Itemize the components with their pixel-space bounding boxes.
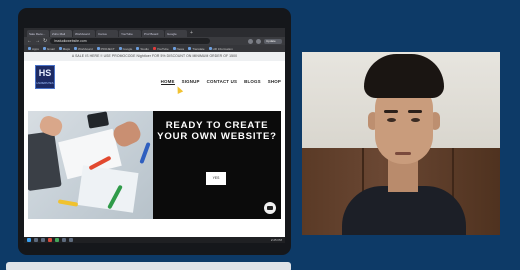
person-hair (364, 54, 444, 98)
avatar[interactable] (256, 38, 261, 44)
bookmark-item[interactable]: HR Information (208, 46, 233, 51)
bookmark-item[interactable]: Apps (28, 47, 39, 51)
bookmark-label: Google (122, 46, 133, 51)
bookmark-item[interactable]: Maps (58, 46, 71, 51)
nav-signup[interactable]: SIGNUP (182, 79, 200, 85)
bookmark-icon (74, 47, 78, 50)
person-brow (384, 110, 398, 113)
logo-mark: HS (38, 68, 52, 78)
hero-title: READY TO CREATE YOUR OWN WEBSITE? (157, 120, 277, 142)
browser-tab-active[interactable]: Zoho Mail (50, 30, 72, 37)
profile-area: Update (248, 38, 282, 44)
photo-marker (57, 199, 79, 207)
bookmark-item[interactable]: Google (118, 46, 133, 51)
update-button[interactable]: Update (264, 38, 282, 44)
bookmark-item[interactable]: Studio (136, 47, 149, 51)
webcam-tile (302, 52, 500, 235)
site-logo[interactable]: HS HSWEBSITES (35, 65, 55, 89)
bookmark-label: Gmail (46, 46, 55, 51)
bookmark-label: News (176, 46, 185, 51)
chat-icon[interactable] (264, 202, 276, 214)
maps-icon (58, 47, 62, 50)
nav-contact-us[interactable]: CONTACT US (207, 79, 237, 85)
bookmark-label: Apps (32, 46, 39, 51)
youtube-icon (152, 47, 156, 50)
bookmark-item[interactable]: YouTube (152, 46, 169, 51)
bookmark-item[interactable]: News (172, 46, 185, 51)
nav-shop[interactable]: SHOP (268, 79, 281, 85)
news-icon (172, 47, 176, 50)
search-icon[interactable] (34, 238, 38, 242)
forward-icon[interactable]: → (35, 37, 40, 45)
app-icon[interactable] (62, 238, 66, 242)
browser-tab[interactable]: Workboard (73, 30, 95, 37)
bookmarks-bar: Apps Gmail Maps Workboard PROJECT Google… (24, 45, 285, 52)
bookmark-item[interactable]: Workboard (74, 47, 93, 51)
browser-tab[interactable]: Google (165, 30, 187, 37)
gmail-icon (42, 47, 46, 50)
bookmark-item[interactable]: Gmail (42, 46, 55, 51)
app-icon[interactable] (55, 238, 59, 242)
nav-blogs[interactable]: BLOGS (244, 79, 261, 85)
hero-image (28, 111, 153, 219)
bookmark-label: Translate (192, 46, 205, 51)
browser-tab[interactable]: YouTube (119, 30, 141, 37)
bookmark-label: Studio (140, 46, 149, 51)
app-icon[interactable] (69, 238, 73, 242)
bookmark-label: Maps (62, 46, 71, 51)
browser-window: Sale Rece... Zoho Mail Workboard Canva Y… (24, 28, 285, 243)
promo-banner: A SALE IS HERE !! USE PROMOCODE Nightloe… (24, 52, 285, 61)
photo-laptop (28, 130, 62, 192)
bottom-dock-bar (6, 262, 291, 270)
extension-icon[interactable] (248, 38, 253, 44)
url-input[interactable]: hsstudiowebsite.com (50, 38, 211, 44)
browser-tab-bar: Sale Rece... Zoho Mail Workboard Canva Y… (24, 28, 285, 37)
yes-button[interactable]: YES (206, 172, 226, 185)
bookmark-label: Workboard (78, 46, 93, 51)
person-brow (408, 110, 422, 113)
bookmark-icon (96, 47, 100, 50)
site-navigation: HOME SIGNUP CONTACT US BLOGS SHOP (160, 79, 281, 85)
nav-home[interactable]: HOME (160, 79, 175, 85)
address-bar-row: ← → ↻ hsstudiowebsite.com Update (24, 37, 285, 45)
app-icon[interactable] (48, 238, 52, 242)
browser-tab[interactable]: Sale Rece... (27, 30, 49, 37)
photo-phone (86, 111, 110, 129)
bookmark-icon (136, 47, 140, 50)
shared-screen-laptop: Sale Rece... Zoho Mail Workboard Canva Y… (18, 8, 291, 255)
back-icon[interactable]: ← (27, 37, 32, 45)
new-tab-icon[interactable]: + (188, 30, 193, 37)
translate-icon (188, 47, 192, 50)
person-mouth (395, 152, 411, 155)
website-page: A SALE IS HERE !! USE PROMOCODE Nightloe… (24, 52, 285, 243)
taskview-icon[interactable] (41, 238, 45, 242)
bookmark-item[interactable]: PROJECT (96, 46, 115, 51)
logo-subtext: HSWEBSITES (36, 82, 54, 85)
person-eye (411, 118, 420, 122)
browser-tab[interactable]: Canva (96, 30, 118, 37)
bookmark-label: HR Information (212, 46, 233, 51)
bookmark-label: YouTube (156, 46, 169, 51)
taskbar: 2:25 PM (24, 237, 285, 243)
bookmark-icon (208, 47, 212, 50)
bookmark-item[interactable]: Translate (188, 46, 205, 51)
hero-panel: READY TO CREATE YOUR OWN WEBSITE? YES (153, 111, 281, 219)
webcam-video (302, 52, 500, 235)
taskbar-clock: 2:25 PM (270, 238, 282, 242)
bookmark-label: PROJECT (100, 46, 115, 51)
reload-icon[interactable]: ↻ (43, 37, 47, 45)
person-eye (387, 118, 396, 122)
person-shirt (342, 186, 466, 235)
google-icon (118, 47, 122, 50)
photo-marker (139, 141, 151, 165)
mouse-cursor-icon (174, 85, 184, 94)
apps-icon (28, 47, 31, 50)
browser-tab[interactable]: Prof Board (142, 30, 164, 37)
start-icon[interactable] (27, 238, 31, 242)
